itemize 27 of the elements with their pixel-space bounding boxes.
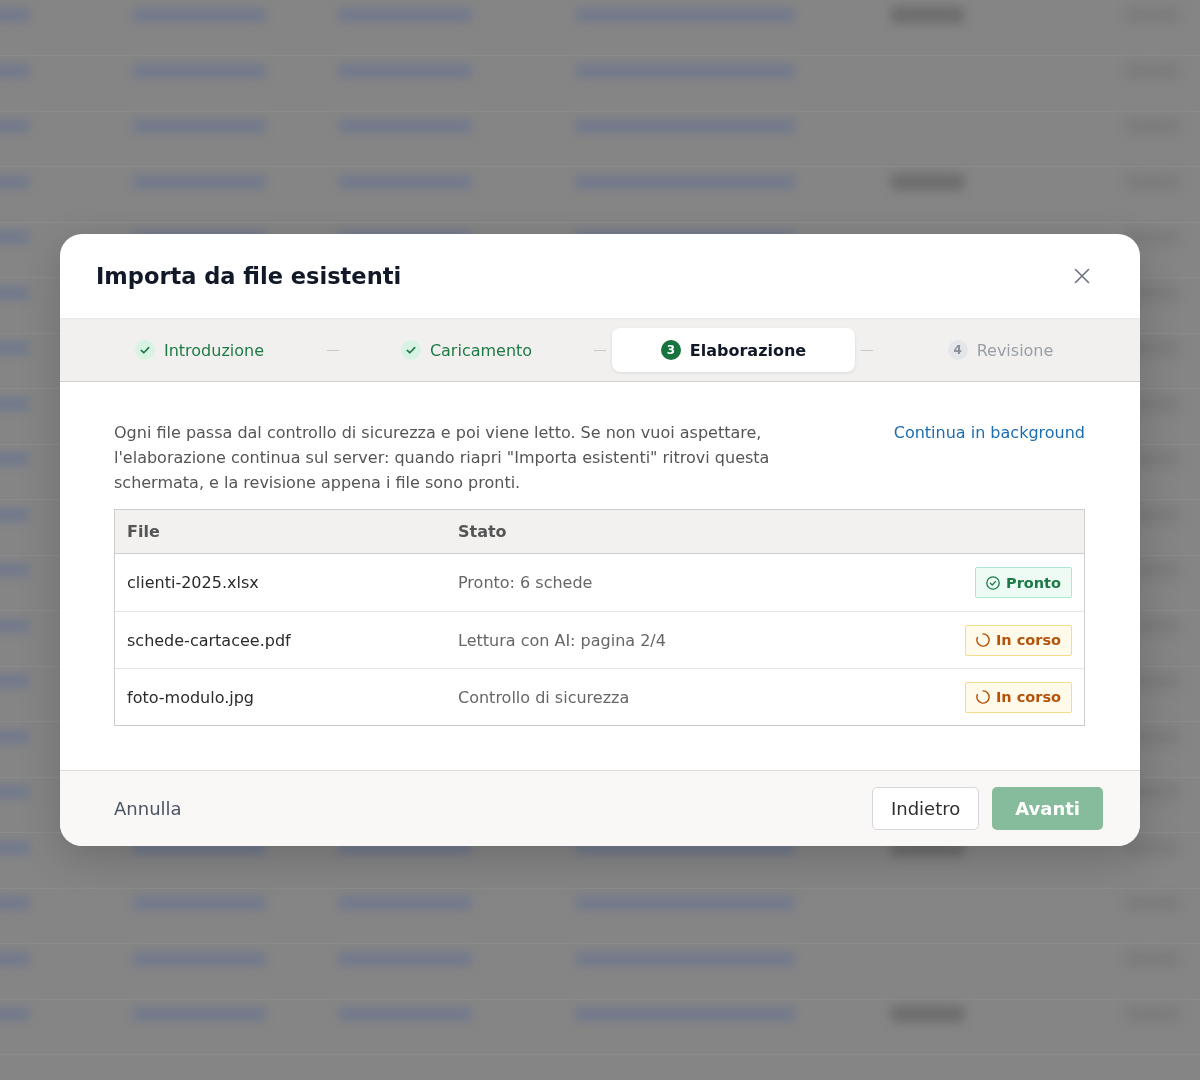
step-number-icon: 3 [660, 340, 681, 360]
file-name-cell-text: schede-cartacee.pdf [127, 630, 292, 650]
spinner-icon [975, 633, 990, 647]
status-detail-cell-text: Controllo di sicurezza [458, 687, 631, 707]
status-detail-cell-text: Lettura con AI: pagina 2/4 [458, 630, 667, 650]
description-text: Ogni file passa dal controllo di sicurezza e poi viene letto. Se non vuoi aspettare, l'elaborazione continua sul server: quando riapri "Importa esistenti" ritrovi questa schermata, e la revisione appena i file sono pronti. [114, 422, 771, 494]
dialog-title: Importa da file esistenti [96, 263, 402, 289]
check-icon [134, 340, 155, 360]
step-number-icon: 4 [947, 340, 968, 360]
close-icon [1074, 268, 1090, 284]
status-badge: In corso [964, 681, 1072, 713]
status-badge: Pronto [975, 567, 1072, 598]
check-icon [400, 340, 421, 360]
wizard-step-tab[interactable]: Introduzione [134, 328, 265, 372]
file-name-cell-text: foto-modulo.jpg [127, 687, 256, 707]
continue-in-background-link[interactable]: Continua in background [893, 420, 1085, 445]
file-name-cell-text: clienti-2025.xlsx [127, 573, 260, 592]
wizard-step-tab[interactable]: 3 Elaborazione [612, 328, 855, 372]
status-detail-cell-text: Pronto: 6 schede [458, 573, 594, 592]
wizard-step-tab[interactable]: Caricamento [400, 328, 533, 372]
column-header: Stato [458, 522, 508, 541]
spinner-icon [975, 690, 990, 704]
circle-check-icon [986, 575, 1001, 590]
status-badge: In corso [964, 624, 1072, 656]
column-header: File [127, 522, 161, 541]
cancel-button[interactable]: Annulla [114, 798, 182, 819]
back-button[interactable]: Indietro [871, 787, 980, 830]
